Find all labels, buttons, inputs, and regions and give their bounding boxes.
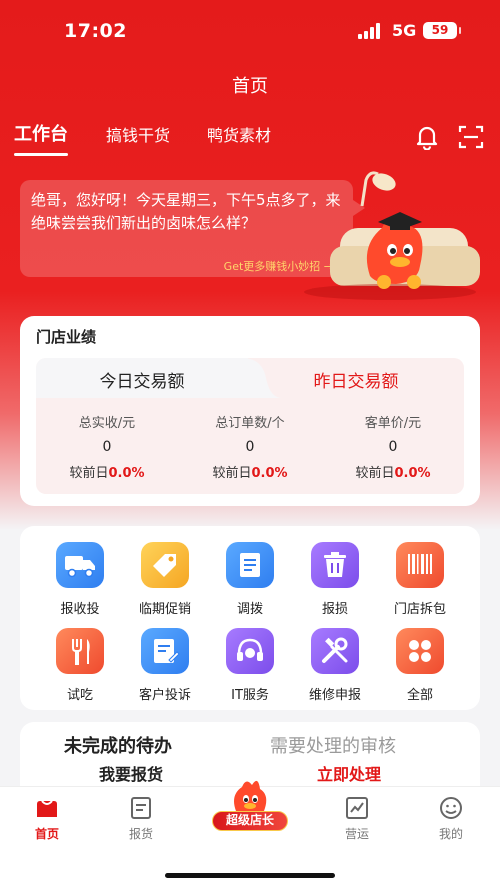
nav-order[interactable]: 报货 — [106, 795, 176, 842]
trash-icon — [311, 542, 359, 588]
action-label: 客户投诉 — [138, 688, 191, 703]
performance-card: 门店业绩 今日交易额 昨日交易额 总实收/元 0 较前日0.0% 总订单数/个 … — [20, 316, 480, 506]
action-label: 调拨 — [236, 602, 263, 617]
metric-value: 0 — [245, 439, 255, 455]
truck-icon — [56, 542, 104, 588]
process-now-button[interactable]: 立即处理 — [317, 761, 381, 785]
status-bar: 17:02 5G 59 — [0, 0, 500, 60]
review-title: 需要处理的审核 — [270, 736, 396, 757]
performance-panel: 今日交易额 昨日交易额 总实收/元 0 较前日0.0% 总订单数/个 0 较前日… — [36, 358, 464, 494]
nav-label: 我的 — [438, 827, 463, 841]
action-label: 报损 — [321, 602, 348, 617]
transfer-icon — [226, 542, 274, 588]
metric-total-received: 总实收/元 0 较前日0.0% — [36, 412, 178, 481]
super-manager-label: 超级店长 — [212, 811, 288, 831]
bell-icon[interactable] — [414, 124, 440, 150]
action-complaints[interactable]: 客户投诉 — [123, 628, 207, 708]
action-store-unpack[interactable]: 门店拆包 — [378, 542, 462, 622]
action-all[interactable]: 全部 — [378, 628, 462, 708]
status-time: 17:02 — [64, 20, 127, 42]
action-label: 维修申报 — [308, 688, 361, 703]
network-type: 5G — [392, 21, 417, 40]
metric-label: 总订单数/个 — [215, 416, 285, 431]
action-loss-report[interactable]: 报损 — [293, 542, 377, 622]
nav-operations[interactable]: 营运 — [322, 795, 392, 842]
action-label: 门店拆包 — [393, 602, 446, 617]
metric-label: 总实收/元 — [78, 416, 136, 431]
signal-icon — [358, 23, 384, 39]
tab-duck-materials[interactable]: 鸭货素材 — [207, 122, 271, 146]
metric-compare: 较前日0.0% — [212, 466, 288, 481]
action-expiry-promo[interactable]: 临期促销 — [123, 542, 207, 622]
price-tag-icon — [141, 542, 189, 588]
scan-icon[interactable] — [458, 124, 484, 150]
metric-compare: 较前日0.0% — [69, 466, 145, 481]
action-tasting[interactable]: 试吃 — [38, 628, 122, 708]
tab-today-sales[interactable]: 今日交易额 — [36, 367, 248, 392]
page-title: 首页 — [232, 76, 268, 97]
metric-value: 0 — [102, 439, 112, 455]
battery-icon: 59 — [423, 22, 461, 39]
action-it-service[interactable]: IT服务 — [208, 628, 292, 708]
action-transfer[interactable]: 调拨 — [208, 542, 292, 622]
headset-icon — [226, 628, 274, 674]
mascot-icon — [234, 780, 267, 811]
nav-label: 营运 — [344, 827, 369, 841]
action-label: 临期促销 — [138, 602, 191, 617]
action-label: IT服务 — [231, 688, 269, 703]
quick-actions-card: 报收投 临期促销 调拨 报损 门店拆包 试吃 客户投诉 IT服务 维修申报 全部 — [20, 526, 480, 710]
tab-workbench[interactable]: 工作台 — [14, 120, 68, 156]
home-indicator — [165, 873, 335, 878]
pending-todo-title: 未完成的待办 — [64, 736, 172, 757]
grid-icon — [396, 628, 444, 674]
mascot-illustration — [304, 171, 480, 300]
action-label: 试吃 — [66, 688, 93, 703]
metric-compare: 较前日0.0% — [355, 466, 431, 481]
metric-total-orders: 总订单数/个 0 较前日0.0% — [179, 412, 321, 481]
chart-icon — [346, 797, 368, 819]
nav-profile[interactable]: 我的 — [416, 795, 486, 842]
performance-title: 门店业绩 — [36, 328, 97, 346]
order-goods-button[interactable]: 我要报货 — [99, 761, 163, 785]
tab-money-tips[interactable]: 搞钱干货 — [106, 122, 170, 146]
tab-yesterday-sales[interactable]: 昨日交易额 — [248, 367, 464, 392]
nav-super-manager[interactable]: 超级店长 — [212, 777, 288, 837]
action-repair-report[interactable]: 维修申报 — [293, 628, 377, 708]
edit-note-icon — [141, 628, 189, 674]
tools-icon — [311, 628, 359, 674]
nav-home[interactable]: 首页 — [12, 795, 82, 842]
utensils-icon — [56, 628, 104, 674]
barcode-icon — [396, 542, 444, 588]
home-icon — [37, 800, 57, 817]
order-icon — [131, 797, 151, 819]
profile-icon — [440, 797, 462, 819]
metric-label: 客单价/元 — [364, 416, 422, 431]
action-label: 报收投 — [60, 602, 100, 617]
action-receive-report[interactable]: 报收投 — [38, 542, 122, 622]
metric-value: 0 — [388, 439, 398, 455]
action-label: 全部 — [406, 688, 433, 703]
nav-label: 报货 — [128, 827, 153, 841]
metric-avg-order: 客单价/元 0 较前日0.0% — [322, 412, 464, 481]
nav-label: 首页 — [34, 827, 59, 841]
